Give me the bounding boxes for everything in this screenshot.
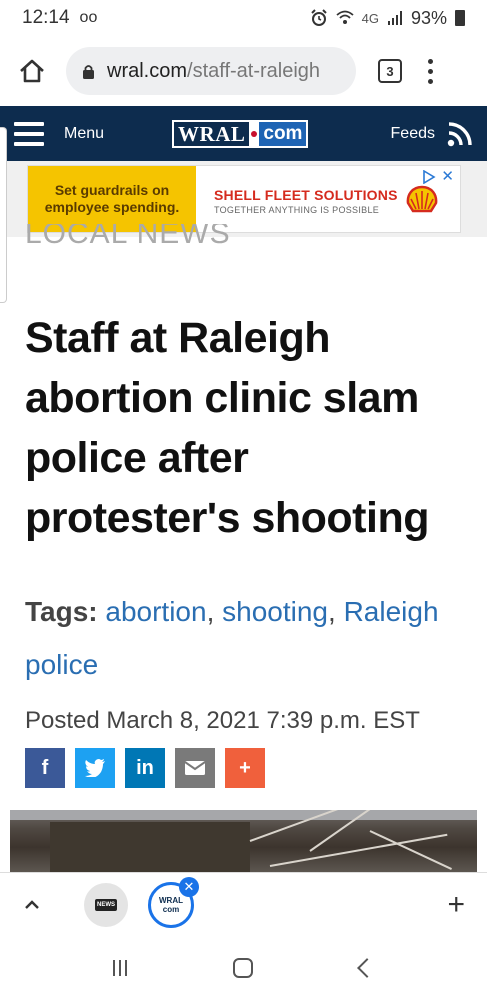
network-type: 4G: [361, 10, 379, 26]
close-tab-icon[interactable]: ✕: [179, 876, 199, 897]
share-more-button[interactable]: +: [225, 748, 265, 788]
share-twitter-button[interactable]: [75, 748, 115, 788]
share-linkedin-button[interactable]: in: [125, 748, 165, 788]
recent-apps-icon[interactable]: [113, 960, 128, 976]
section-label: LOCAL NEWS: [25, 224, 231, 250]
battery-icon: [455, 10, 465, 26]
tags-label: Tags:: [25, 596, 98, 627]
home-nav-icon[interactable]: [233, 958, 254, 978]
tab-thumbnail-wral[interactable]: WRAL com ✕: [148, 876, 199, 928]
share-buttons: f in +: [25, 748, 265, 788]
site-header: Menu WRAL com Feeds: [0, 106, 487, 161]
logo-wral-text: WRAL: [174, 121, 250, 146]
shell-logo-icon: [406, 185, 438, 213]
tab-strip: NEWS WRAL com ✕ +: [0, 872, 487, 936]
ad-left-text: Set guardrails on employee spending.: [28, 166, 196, 232]
ad-subtitle: TOGETHER ANYTHING IS POSSIBLE: [214, 205, 380, 215]
wifi-icon: [336, 10, 354, 24]
system-nav-bar: [0, 936, 487, 1000]
alarm-icon: [310, 9, 327, 26]
photo-roof: [10, 810, 477, 820]
tag-link-shooting[interactable]: shooting: [222, 596, 328, 627]
adchoices-icon[interactable]: [422, 170, 436, 184]
article-photo[interactable]: [10, 810, 477, 872]
url-path: /staff-at-raleigh: [187, 59, 321, 82]
twitter-icon: [85, 759, 105, 777]
email-icon: [184, 761, 206, 775]
ad-close-icon[interactable]: ✕: [441, 167, 454, 185]
url-host: wral.com: [107, 59, 188, 82]
tab-switcher-button[interactable]: 3: [378, 59, 402, 83]
address-bar[interactable]: wral.com/staff-at-raleigh: [66, 47, 356, 95]
article-headline: Staff at Raleigh abortion clinic slam po…: [25, 314, 429, 542]
status-icons: 4G 93%: [310, 8, 465, 29]
status-time: 12:14: [22, 7, 70, 28]
tag-link-abortion[interactable]: abortion: [105, 596, 206, 627]
chevron-up-icon[interactable]: [22, 895, 42, 915]
ad-right-panel: SHELL FLEET SOLUTIONS TOGETHER ANYTHING …: [196, 166, 460, 232]
article-tags: Tags: abortion, shooting, Raleigh police: [25, 596, 439, 680]
status-bar: 12:14 oo 4G 93%: [0, 0, 487, 36]
photo-branch: [269, 833, 448, 867]
ad-title: SHELL FLEET SOLUTIONS: [214, 187, 398, 203]
tab-thumbnail-news[interactable]: NEWS: [84, 882, 128, 927]
lock-icon: [83, 64, 94, 79]
logo-com-text: com: [259, 121, 307, 146]
side-drawer-handle[interactable]: [0, 127, 7, 303]
menu-label[interactable]: Menu: [64, 125, 104, 143]
browser-toolbar: wral.com/staff-at-raleigh 3: [0, 36, 487, 106]
posted-date: Posted March 8, 2021 7:39 p.m. EST: [25, 707, 420, 734]
home-button[interactable]: [12, 51, 52, 91]
overflow-menu-icon[interactable]: [426, 58, 434, 84]
new-tab-button[interactable]: +: [447, 888, 465, 922]
tab-wral-mini-logo: WRAL com: [159, 895, 183, 914]
hamburger-menu-icon[interactable]: [14, 121, 44, 146]
share-email-button[interactable]: [175, 748, 215, 788]
back-nav-icon[interactable]: [356, 958, 377, 978]
feeds-label[interactable]: Feeds: [391, 125, 435, 143]
home-icon: [20, 59, 44, 83]
rss-icon[interactable]: [447, 121, 473, 147]
share-facebook-button[interactable]: f: [25, 748, 65, 788]
voicemail-icon: oo: [79, 9, 98, 26]
battery-percent: 93%: [410, 7, 447, 28]
wral-logo[interactable]: WRAL com: [172, 119, 309, 148]
signal-icon: [387, 11, 402, 25]
logo-dot: [251, 130, 258, 137]
photo-building: [50, 822, 250, 872]
ad-banner[interactable]: Set guardrails on employee spending. SHE…: [27, 165, 461, 233]
